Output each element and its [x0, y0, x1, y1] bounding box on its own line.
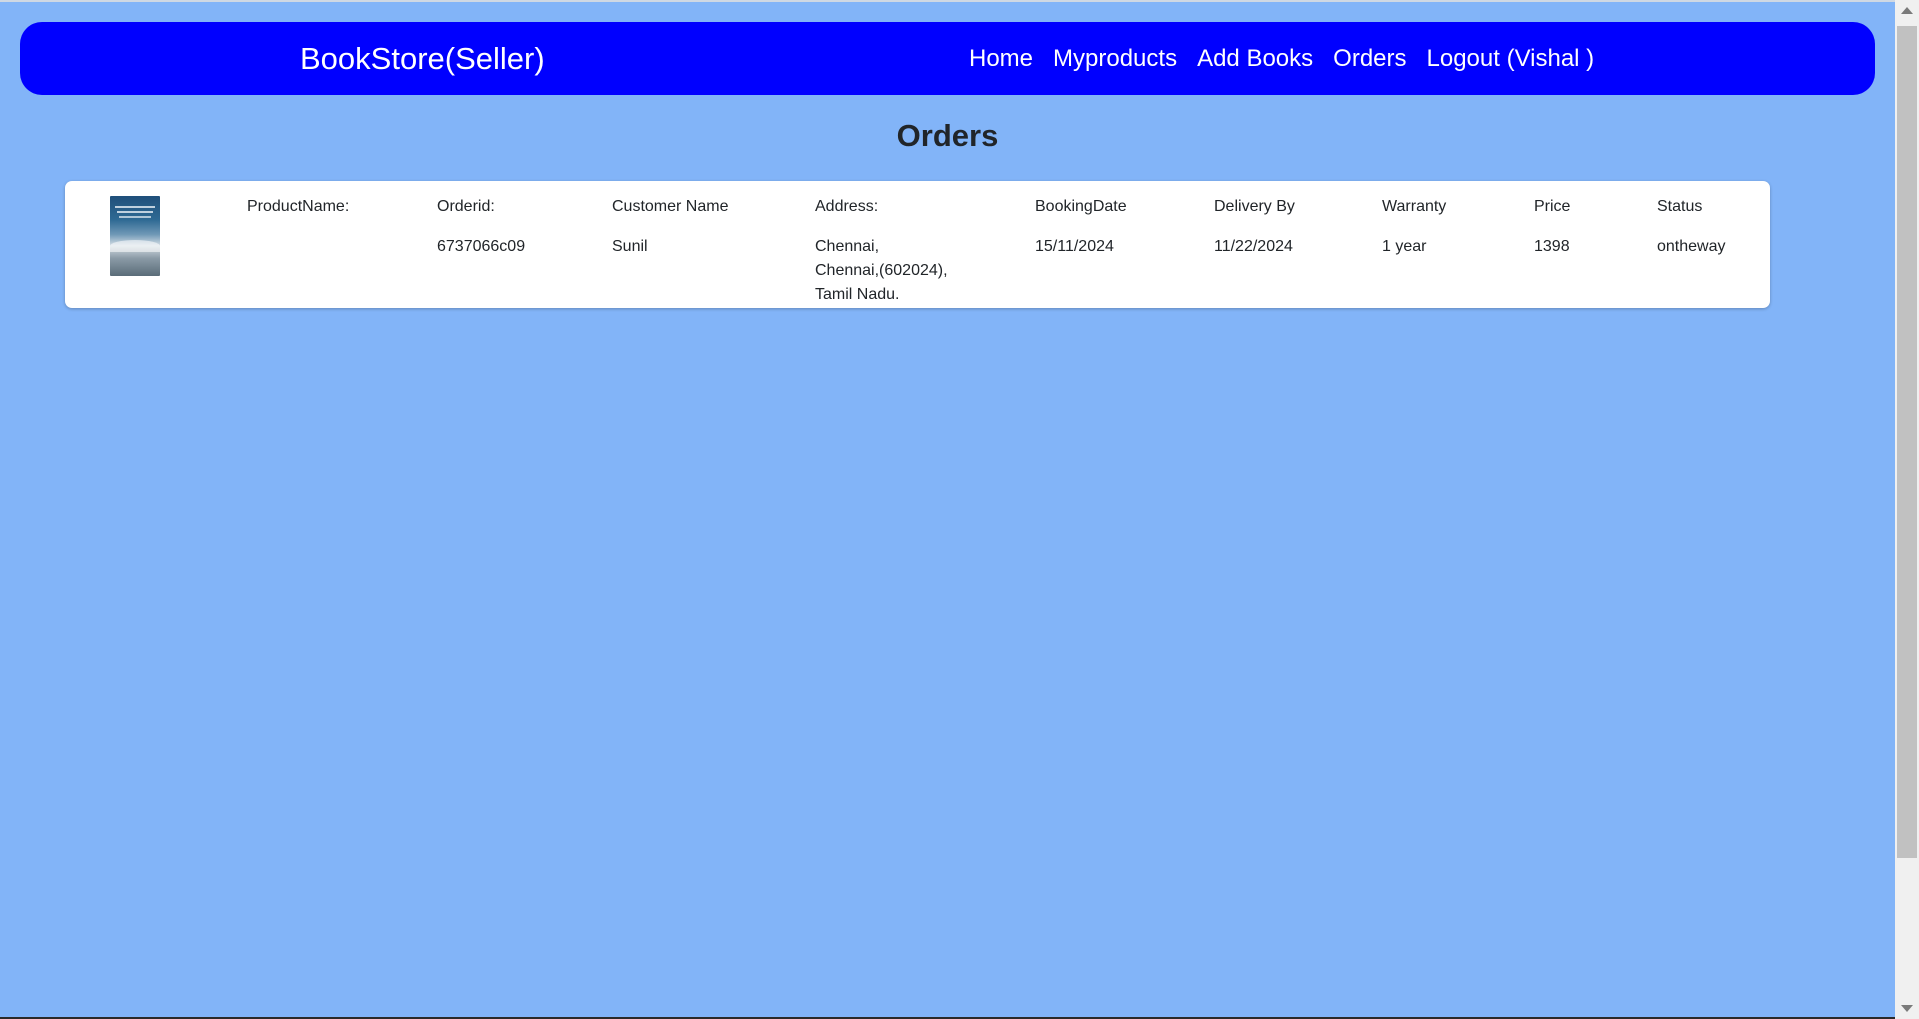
price-label: Price	[1534, 198, 1571, 215]
book-cover-image	[110, 196, 160, 276]
nav-home-link[interactable]: Home	[969, 45, 1033, 73]
brand-title[interactable]: BookStore(Seller)	[300, 22, 545, 95]
address-value: Chennai, Chennai,(602024), Tamil Nadu.	[815, 235, 975, 307]
scroll-up-arrow-icon[interactable]	[1901, 7, 1913, 14]
delivery-by-value: 11/22/2024	[1214, 238, 1293, 255]
vertical-scrollbar[interactable]	[1895, 0, 1919, 1019]
booking-date-value: 15/11/2024	[1035, 238, 1114, 255]
scroll-down-arrow-icon[interactable]	[1901, 1005, 1913, 1012]
order-id-label: Orderid:	[437, 198, 495, 215]
nav-orders-link[interactable]: Orders	[1333, 45, 1406, 73]
page-title: Orders	[896, 118, 999, 153]
address-line: Chennai,(602024),	[815, 262, 948, 279]
order-id-value: 6737066c09	[437, 238, 526, 255]
customer-name-label: Customer Name	[612, 198, 729, 215]
page: BookStore(Seller) Home Myproducts Add Bo…	[0, 0, 1895, 1019]
navbar: BookStore(Seller) Home Myproducts Add Bo…	[20, 22, 1875, 95]
status-value: ontheway	[1657, 238, 1726, 255]
booking-date-label: BookingDate	[1035, 198, 1127, 215]
nav-links: Home Myproducts Add Books Orders Logout …	[969, 22, 1594, 95]
address-line: Tamil Nadu.	[815, 286, 900, 303]
warranty-label: Warranty	[1382, 198, 1447, 215]
customer-name-value: Sunil	[612, 238, 648, 255]
nav-logout-link[interactable]: Logout (Vishal )	[1427, 45, 1595, 73]
scrollbar-thumb[interactable]	[1897, 26, 1917, 858]
address-line: Chennai,	[815, 238, 880, 255]
delivery-by-label: Delivery By	[1214, 198, 1295, 215]
product-name-label: ProductName:	[247, 198, 350, 215]
status-label: Status	[1657, 198, 1703, 215]
nav-add-books-link[interactable]: Add Books	[1197, 45, 1313, 73]
warranty-value: 1 year	[1382, 238, 1427, 255]
nav-myproducts-link[interactable]: Myproducts	[1053, 45, 1177, 73]
order-card: ProductName: Orderid: 6737066c09 Custome…	[65, 181, 1770, 308]
address-label: Address:	[815, 198, 879, 215]
price-value: 1398	[1534, 238, 1570, 255]
